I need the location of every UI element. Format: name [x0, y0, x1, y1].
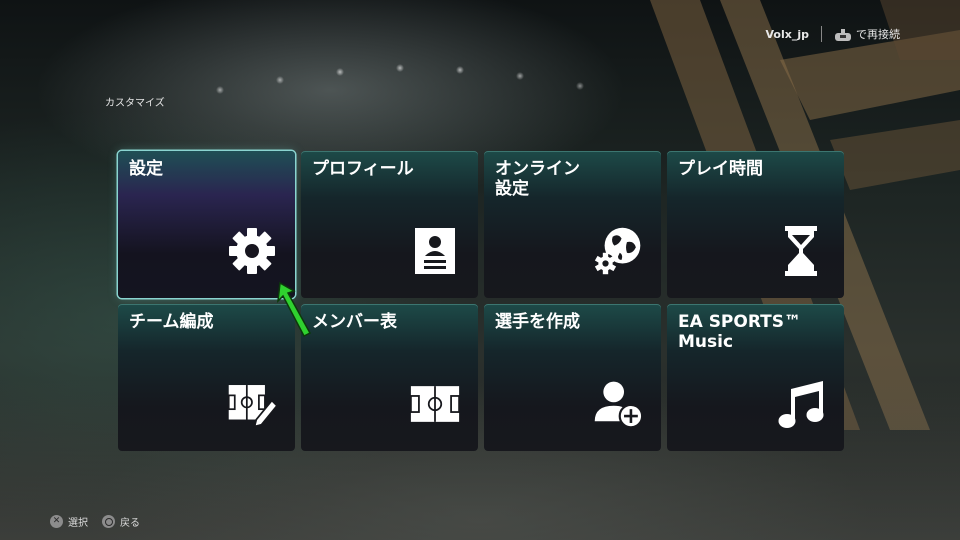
pitch-icon — [410, 379, 460, 429]
tile-settings[interactable]: 設定 — [118, 151, 295, 298]
controller-icon — [834, 28, 852, 41]
circle-button-icon — [102, 515, 115, 528]
tile-label: 設定 — [129, 159, 163, 179]
tile-play-time[interactable]: プレイ時間 — [667, 151, 844, 298]
tile-profile[interactable]: プロフィール — [301, 151, 478, 298]
music-note-icon — [776, 379, 826, 429]
tile-label: チーム編成 — [129, 312, 214, 332]
tile-create-player[interactable]: 選手を作成 — [484, 304, 661, 451]
customize-menu-grid: 設定 プロフィール オンライン 設定 プレイ時間 チーム編成 メンバー表 選手を… — [118, 151, 844, 451]
reconnect-label: で再接続 — [856, 28, 900, 41]
tile-ea-sports-music[interactable]: EA SPORTS™ Music — [667, 304, 844, 451]
username: Volx_jp — [765, 27, 809, 41]
tactics-board-edit-icon — [227, 379, 277, 429]
cursor-arrow-annotation — [274, 279, 318, 339]
back-label: 戻る — [120, 518, 140, 529]
tile-member-list[interactable]: メンバー表 — [301, 304, 478, 451]
tile-label: EA SPORTS™ Music — [678, 312, 802, 352]
tile-label: メンバー表 — [312, 312, 397, 332]
select-label: 選択 — [68, 518, 88, 529]
page-title: カスタマイズ — [105, 98, 165, 109]
tile-label: プレイ時間 — [678, 159, 763, 179]
tile-label: オンライン 設定 — [495, 159, 580, 199]
account-status: Volx_jp で再接続 — [766, 26, 900, 42]
cross-button-icon: ✕ — [50, 515, 63, 528]
divider — [821, 26, 822, 42]
tile-team-formation[interactable]: チーム編成 — [118, 304, 295, 451]
gear-icon — [227, 226, 277, 276]
profile-card-icon — [410, 226, 460, 276]
tile-online-settings[interactable]: オンライン 設定 — [484, 151, 661, 298]
select-hint[interactable]: ✕ 選択 — [50, 514, 88, 529]
tile-label: 選手を作成 — [495, 312, 580, 332]
stadium-lights — [200, 40, 660, 130]
add-user-icon — [593, 379, 643, 429]
back-hint[interactable]: 戻る — [102, 514, 140, 529]
tile-label: プロフィール — [312, 159, 414, 179]
hourglass-icon — [776, 226, 826, 276]
button-hints: ✕ 選択 戻る — [50, 514, 154, 529]
globe-gear-icon — [593, 226, 643, 276]
